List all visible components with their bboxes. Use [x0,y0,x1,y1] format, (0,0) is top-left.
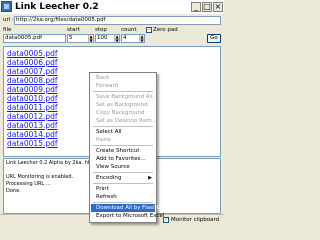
menu-item-forward[interactable]: Forward [91,82,155,90]
count-label: count [121,27,137,33]
go-button[interactable]: Go [207,34,221,43]
zero-pad-checkbox[interactable]: ✓ [146,27,152,33]
window-title: Link Leecher 0.2 [15,2,99,12]
link-item[interactable]: data0011.pdf [7,103,58,112]
app-icon [1,1,12,12]
context-menu: Back Forward Save Background As... Set a… [89,72,166,223]
url-label: url : [3,17,14,23]
menu-item-encoding-label: Encoding [96,175,122,181]
start-label: start [67,27,80,33]
log-line: URL Monitoring is enabled. [6,174,74,180]
link-item[interactable]: data0014.pdf [7,130,58,139]
menu-item-select-all[interactable]: Select All [91,128,155,136]
link-item[interactable]: data0005.pdf [7,49,58,58]
menu-separator [93,145,153,146]
menu-item-back[interactable]: Back [91,74,155,82]
maximize-button[interactable]: □ [202,2,212,12]
link-item[interactable]: data0008.pdf [7,76,58,85]
menu-item-add-to-favorites[interactable]: Add to Favorites... [91,155,155,163]
link-item[interactable]: data0010.pdf [7,94,58,103]
menu-item-export-to-excel[interactable]: Export to Microsoft Excel [91,212,164,220]
start-down-arrow[interactable]: ▼ [88,39,93,43]
link-item[interactable]: data0012.pdf [7,112,58,121]
menu-item-download-all-flashget[interactable]: Download All by FlashGet [91,204,166,212]
app-window: Link Leecher 0.2 _ □ × url : http://2ka.… [0,0,224,224]
menu-separator [93,91,153,92]
monitor-clipboard-label: Monitor clipboard [171,217,220,223]
menu-item-encoding[interactable]: Encoding ▶ [91,174,155,182]
log-line: Processing URL ... [6,181,51,187]
log-line: Done. [6,188,21,194]
menu-item-save-background-as[interactable]: Save Background As... [91,93,158,101]
count-value: 4 [123,35,127,41]
stop-label: stop [95,27,107,33]
link-item[interactable]: data0015.pdf [7,139,58,148]
menu-item-view-source[interactable]: View Source [91,163,155,171]
menu-separator [93,202,153,203]
url-input[interactable]: http://2ka.org/files/data0005.pdf [14,16,221,25]
menu-item-set-as-desktop-item[interactable]: Set as Desktop Item... [91,117,157,125]
menu-item-set-as-background[interactable]: Set as Background [91,101,155,109]
file-input[interactable]: data0005.pdf [3,34,66,43]
link-item[interactable]: data0013.pdf [7,121,58,130]
menu-separator [93,172,153,173]
count-down-arrow[interactable]: ▼ [139,39,144,43]
menu-separator [93,126,153,127]
minimize-button[interactable]: _ [191,2,201,12]
submenu-arrow-icon: ▶ [148,175,152,181]
close-button[interactable]: × [213,2,223,12]
zero-pad-label: Zero pad [153,27,178,33]
start-value: 5 [69,35,73,41]
menu-item-copy-background[interactable]: Copy Background [91,109,155,117]
menu-item-create-shortcut[interactable]: Create Shortcut [91,147,155,155]
link-item[interactable]: data0009.pdf [7,85,58,94]
menu-item-refresh[interactable]: Refresh [91,193,155,201]
menu-item-paste[interactable]: Paste [91,136,155,144]
link-item[interactable]: data0006.pdf [7,58,58,67]
stop-value: 100 [97,35,108,41]
file-label: file [3,27,12,33]
title-bar[interactable]: Link Leecher 0.2 _ □ × [0,0,224,14]
menu-separator [93,183,153,184]
stop-down-arrow[interactable]: ▼ [114,39,119,43]
menu-item-print[interactable]: Print [91,185,155,193]
link-item[interactable]: data0007.pdf [7,67,58,76]
